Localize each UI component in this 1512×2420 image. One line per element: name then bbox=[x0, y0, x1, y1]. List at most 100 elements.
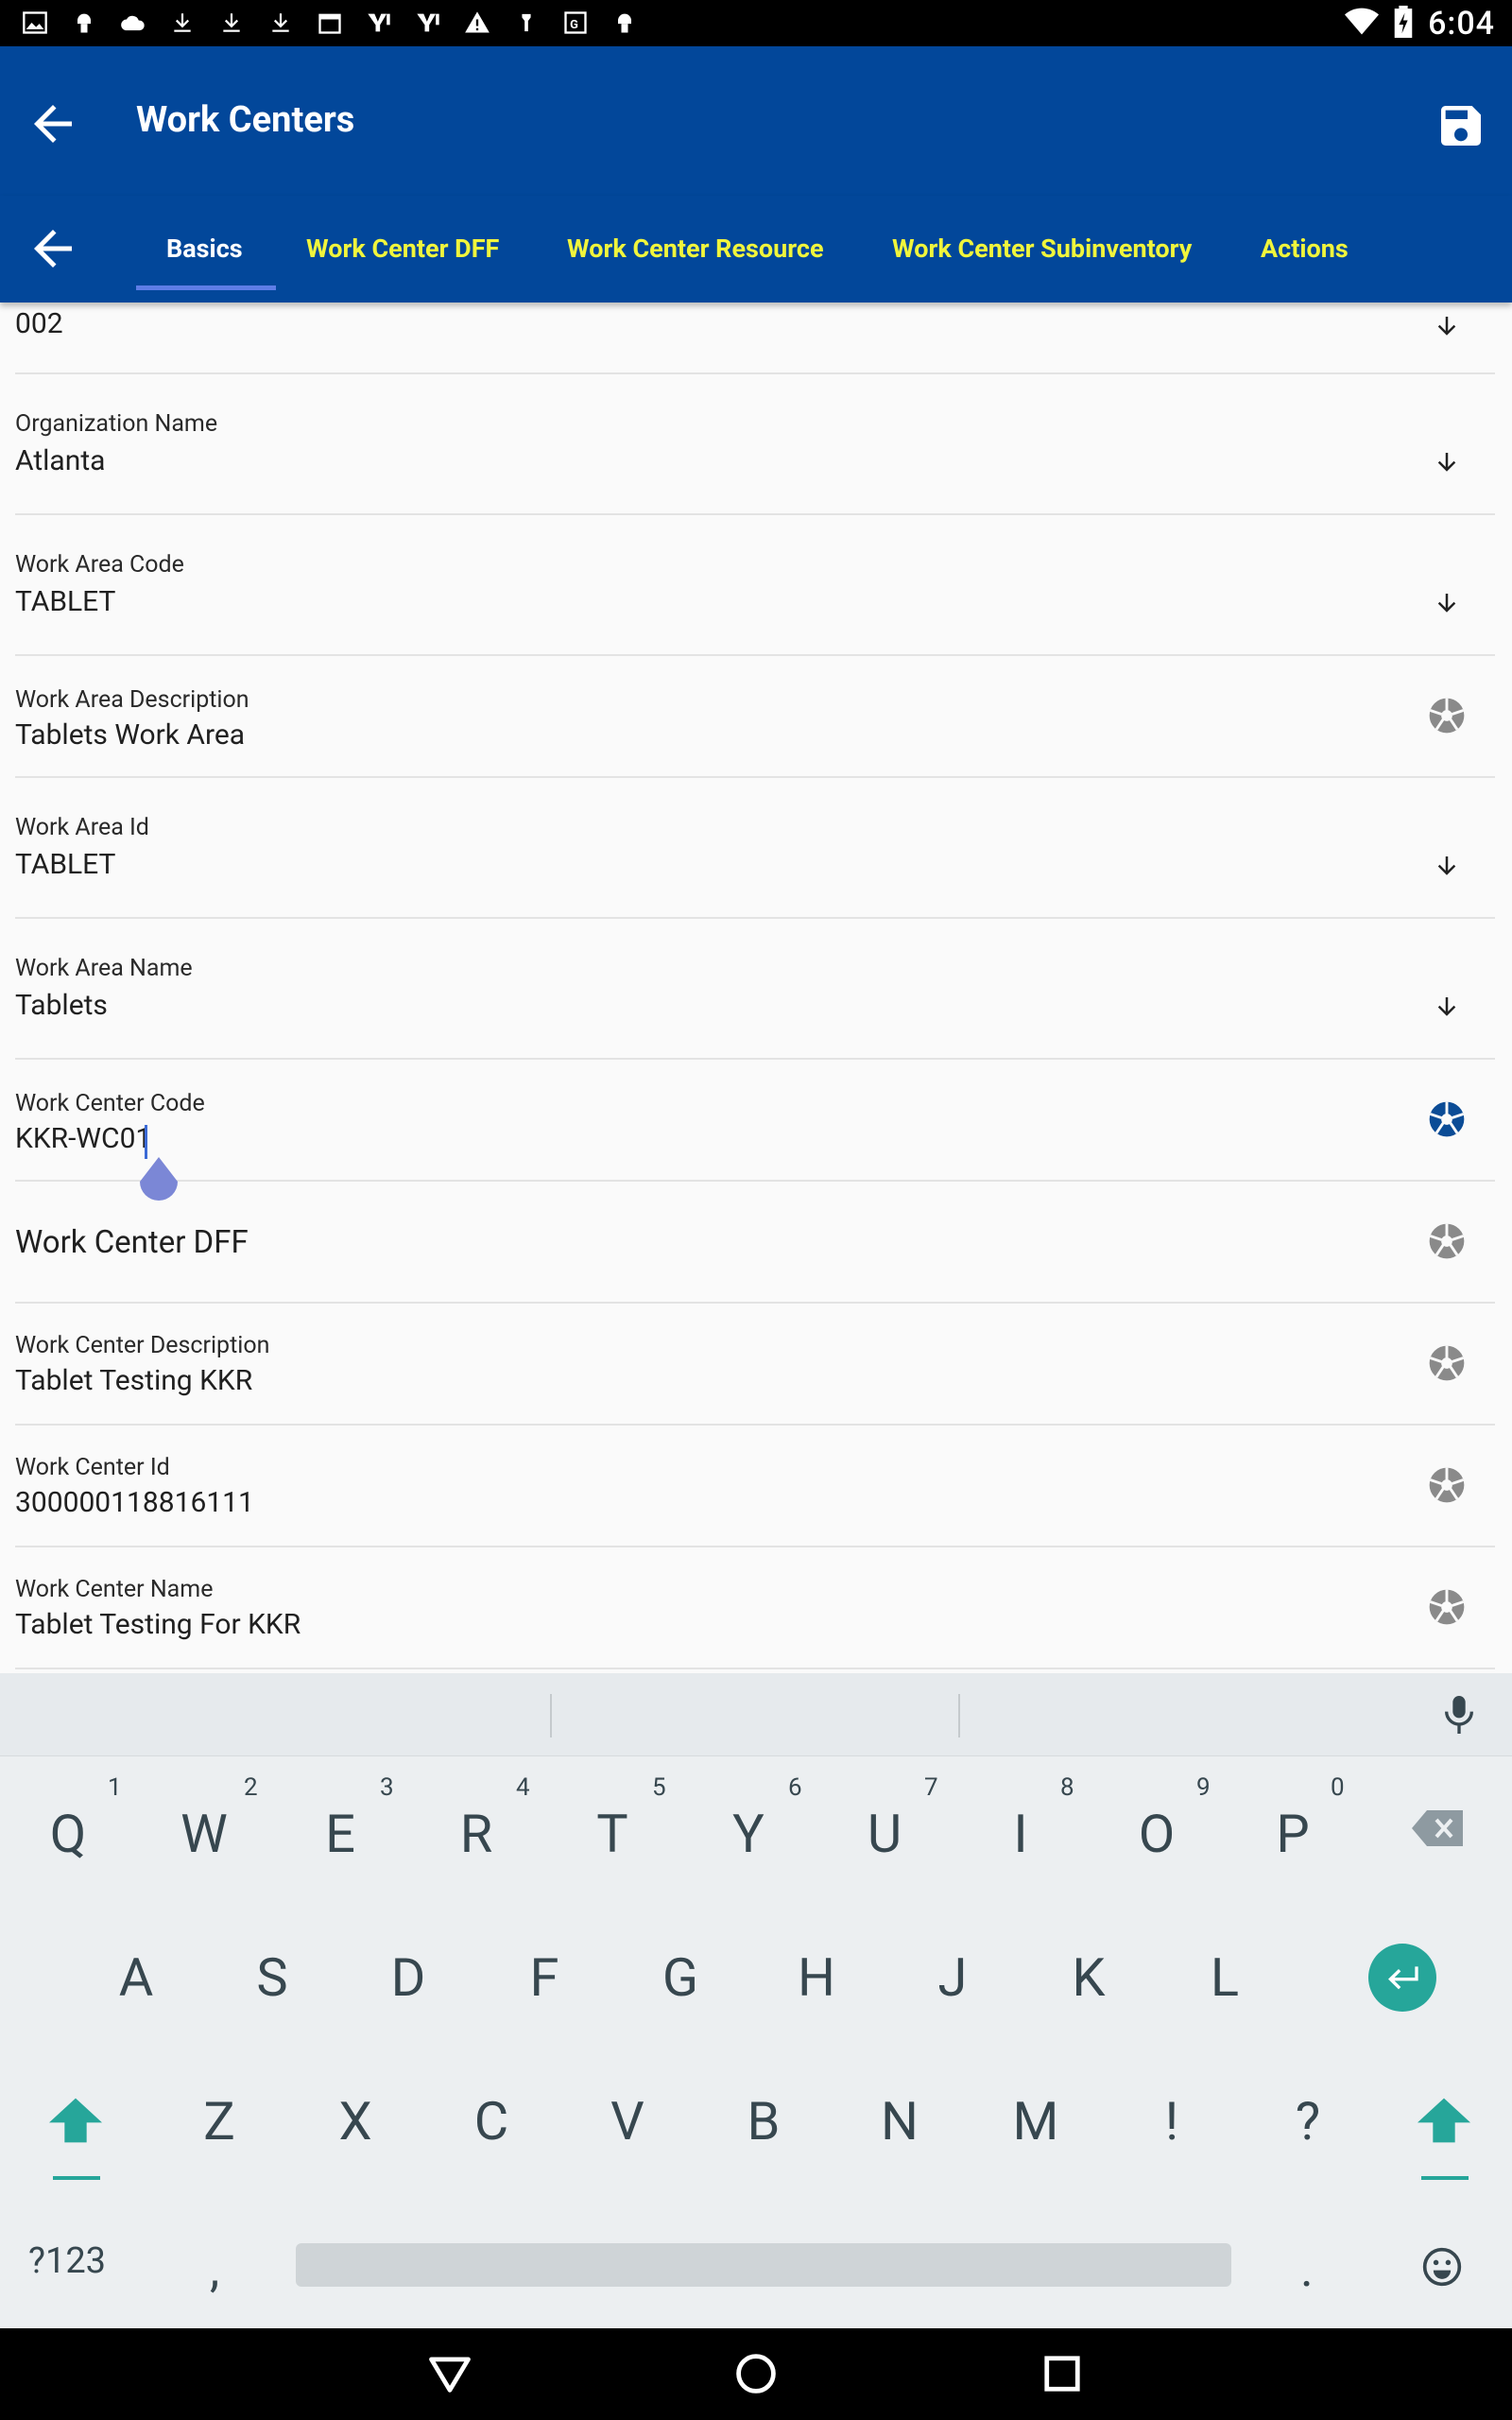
cursor-handle[interactable] bbox=[136, 1155, 181, 1206]
aperture-icon[interactable] bbox=[1425, 1585, 1469, 1629]
key-hint: 4 bbox=[516, 1773, 530, 1802]
yahoo-icon bbox=[363, 7, 395, 39]
key-j[interactable]: J bbox=[896, 1930, 1009, 2025]
key-question[interactable]: ? bbox=[1251, 2074, 1365, 2169]
aperture-icon[interactable] bbox=[1425, 694, 1469, 737]
field-row-work-area-id[interactable]: Work Area Id TABLET bbox=[15, 778, 1495, 919]
calendar-icon bbox=[314, 7, 346, 39]
key-c[interactable]: C bbox=[435, 2074, 548, 2169]
aperture-icon[interactable] bbox=[1425, 1463, 1469, 1507]
field-label: Work Area Id bbox=[15, 814, 149, 841]
key-l[interactable]: L bbox=[1168, 1930, 1281, 2025]
work-center-code-input[interactable]: KKR-WC01 bbox=[15, 1122, 151, 1155]
flashlight-icon bbox=[510, 7, 542, 39]
home-circle-icon[interactable] bbox=[731, 2349, 781, 2398]
shift-indicator bbox=[53, 2176, 100, 2180]
android-icon bbox=[609, 7, 641, 39]
field-value: Tablet Testing KKR bbox=[15, 1364, 253, 1397]
space-bar[interactable] bbox=[296, 2243, 1231, 2287]
recents-square-icon[interactable] bbox=[1038, 2349, 1087, 2398]
field-row[interactable]: 002 bbox=[15, 302, 1495, 374]
backspace-icon[interactable] bbox=[1412, 1810, 1463, 1846]
field-label: Work Area Code bbox=[15, 551, 184, 579]
key-k[interactable]: K bbox=[1032, 1930, 1145, 2025]
key-b[interactable]: B bbox=[707, 2074, 820, 2169]
field-row-work-center-code[interactable]: Work Center Code KKR-WC01 bbox=[15, 1060, 1495, 1182]
download-icon bbox=[215, 7, 248, 39]
field-value: Atlanta bbox=[15, 444, 106, 477]
key-exclamation[interactable]: ! bbox=[1115, 2074, 1228, 2169]
comma-key[interactable]: , bbox=[210, 2240, 219, 2298]
field-label: Work Center Id bbox=[15, 1454, 170, 1481]
key-f[interactable]: F bbox=[488, 1930, 601, 2025]
field-label: Work Center Name bbox=[15, 1576, 214, 1603]
field-label: Work Center Description bbox=[15, 1332, 270, 1359]
clock: 6:04 bbox=[1428, 4, 1495, 43]
field-value: 300000118816111 bbox=[15, 1486, 254, 1519]
aperture-icon[interactable] bbox=[1425, 1341, 1469, 1385]
suggestion-divider bbox=[958, 1694, 960, 1737]
key-s[interactable]: S bbox=[215, 1930, 329, 2025]
tab-work-center-dff[interactable]: Work Center DFF bbox=[306, 233, 499, 264]
key-hint: 6 bbox=[788, 1773, 802, 1802]
key-g[interactable]: G bbox=[624, 1930, 737, 2025]
field-row-work-center-description[interactable]: Work Center Description Tablet Testing K… bbox=[15, 1304, 1495, 1426]
suggestion-divider bbox=[550, 1694, 552, 1737]
field-label: Work Center Code bbox=[15, 1090, 205, 1117]
key-h[interactable]: H bbox=[760, 1930, 873, 2025]
app-bar: Work Centers bbox=[0, 46, 1512, 196]
key-d[interactable]: D bbox=[352, 1930, 465, 2025]
arrow-down-icon[interactable] bbox=[1425, 581, 1469, 625]
arrow-down-icon[interactable] bbox=[1425, 441, 1469, 484]
key-hint: 0 bbox=[1331, 1773, 1345, 1802]
back-arrow-icon[interactable] bbox=[25, 95, 81, 152]
tab-basics[interactable]: Basics bbox=[166, 233, 243, 264]
save-icon[interactable] bbox=[1435, 99, 1487, 152]
back-triangle-icon[interactable] bbox=[425, 2349, 474, 2398]
microphone-icon[interactable] bbox=[1440, 1692, 1478, 1737]
key-hint: 8 bbox=[1060, 1773, 1074, 1802]
emoji-icon[interactable] bbox=[1421, 2246, 1463, 2288]
key-hint: 5 bbox=[652, 1773, 666, 1802]
tab-back-arrow-icon[interactable] bbox=[25, 220, 81, 277]
android-icon bbox=[68, 7, 100, 39]
key-hint: 2 bbox=[244, 1773, 258, 1802]
tab-work-center-resource[interactable]: Work Center Resource bbox=[567, 233, 824, 264]
tab-actions[interactable]: Actions bbox=[1261, 233, 1349, 264]
key-x[interactable]: X bbox=[299, 2074, 412, 2169]
field-row-work-area-name[interactable]: Work Area Name Tablets bbox=[15, 919, 1495, 1060]
download-icon bbox=[166, 7, 198, 39]
arrow-down-icon[interactable] bbox=[1425, 985, 1469, 1028]
aperture-icon[interactable] bbox=[1425, 1098, 1469, 1141]
notification-icons: G bbox=[19, 6, 641, 40]
key-hint: 9 bbox=[1196, 1773, 1211, 1802]
field-value: Tablets Work Area bbox=[15, 718, 246, 752]
battery-icon bbox=[1394, 5, 1413, 42]
field-row-work-area-description[interactable]: Work Area Description Tablets Work Area bbox=[15, 656, 1495, 778]
aperture-icon[interactable] bbox=[1425, 1219, 1469, 1263]
key-n[interactable]: N bbox=[843, 2074, 956, 2169]
tab-work-center-subinventory[interactable]: Work Center Subinventory bbox=[892, 233, 1192, 264]
field-label: Work Area Name bbox=[15, 955, 193, 982]
symbols-key[interactable]: ?123 bbox=[28, 2240, 106, 2282]
field-row-work-center-id[interactable]: Work Center Id 300000118816111 bbox=[15, 1426, 1495, 1547]
key-m[interactable]: M bbox=[979, 2074, 1092, 2169]
page-title: Work Centers bbox=[136, 99, 355, 141]
cloud-icon bbox=[117, 7, 149, 39]
arrow-down-icon[interactable] bbox=[1425, 844, 1469, 888]
suggestion-strip bbox=[0, 1673, 1512, 1756]
field-row-work-area-code[interactable]: Work Area Code TABLET bbox=[15, 515, 1495, 656]
shift-left-icon[interactable] bbox=[49, 2097, 102, 2144]
shift-right-icon[interactable] bbox=[1418, 2097, 1470, 2144]
arrow-down-icon[interactable] bbox=[1425, 304, 1469, 348]
field-row-work-center-dff[interactable]: Work Center DFF bbox=[15, 1182, 1495, 1304]
key-z[interactable]: Z bbox=[163, 2074, 276, 2169]
key-v[interactable]: V bbox=[571, 2074, 684, 2169]
period-key[interactable]: . bbox=[1300, 2240, 1314, 2298]
text-cursor bbox=[145, 1125, 147, 1159]
field-row-organization-name[interactable]: Organization Name Atlanta bbox=[15, 374, 1495, 515]
field-row-work-center-name[interactable]: Work Center Name Tablet Testing For KKR bbox=[15, 1547, 1495, 1669]
enter-key[interactable] bbox=[1368, 1944, 1436, 2012]
key-hint: 7 bbox=[924, 1773, 938, 1802]
key-a[interactable]: A bbox=[79, 1930, 193, 2025]
